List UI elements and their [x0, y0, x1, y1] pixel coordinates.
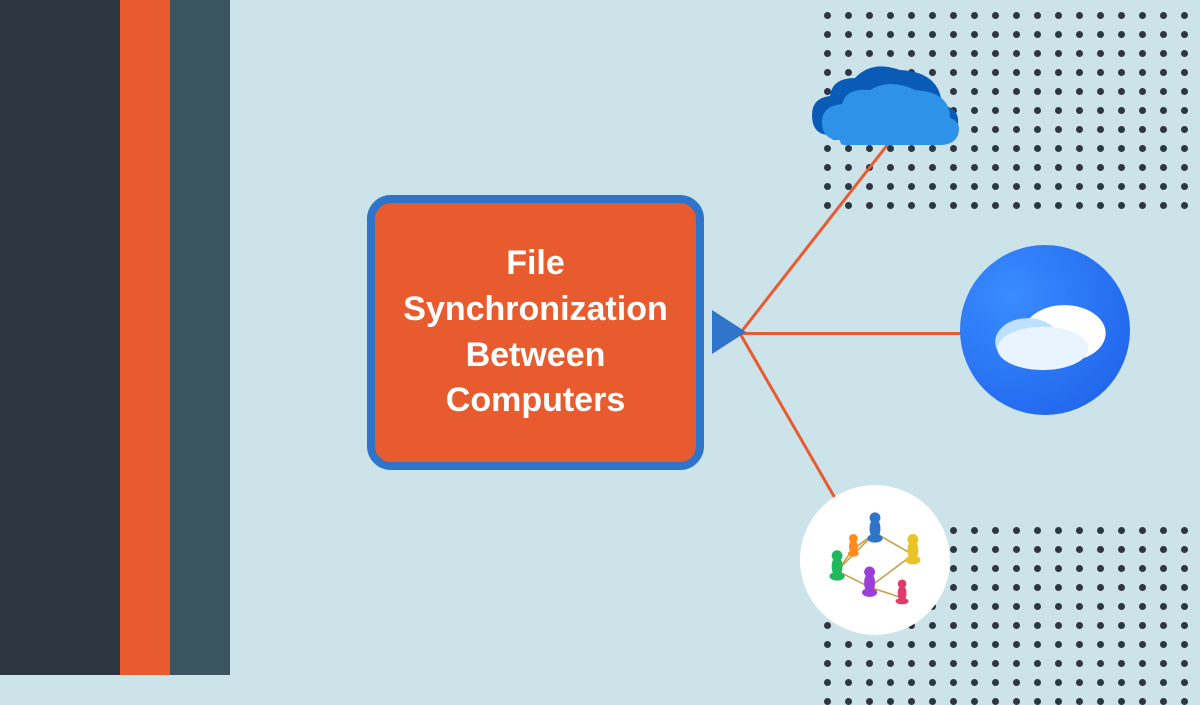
arrow-icon	[712, 310, 746, 354]
sidebar-stripe-slate	[170, 0, 230, 675]
network-icon	[800, 485, 950, 635]
sidebar-stripe-gap	[230, 0, 242, 675]
central-title: File Synchronization Between Computers	[395, 241, 676, 425]
cloud-app-icon	[960, 245, 1130, 415]
connector-line-top	[739, 143, 889, 334]
sidebar-stripe-orange	[120, 0, 170, 675]
central-topic-box: File Synchronization Between Computers	[367, 195, 704, 470]
sidebar-stripe-dark	[0, 0, 120, 675]
onedrive-icon	[800, 50, 970, 160]
